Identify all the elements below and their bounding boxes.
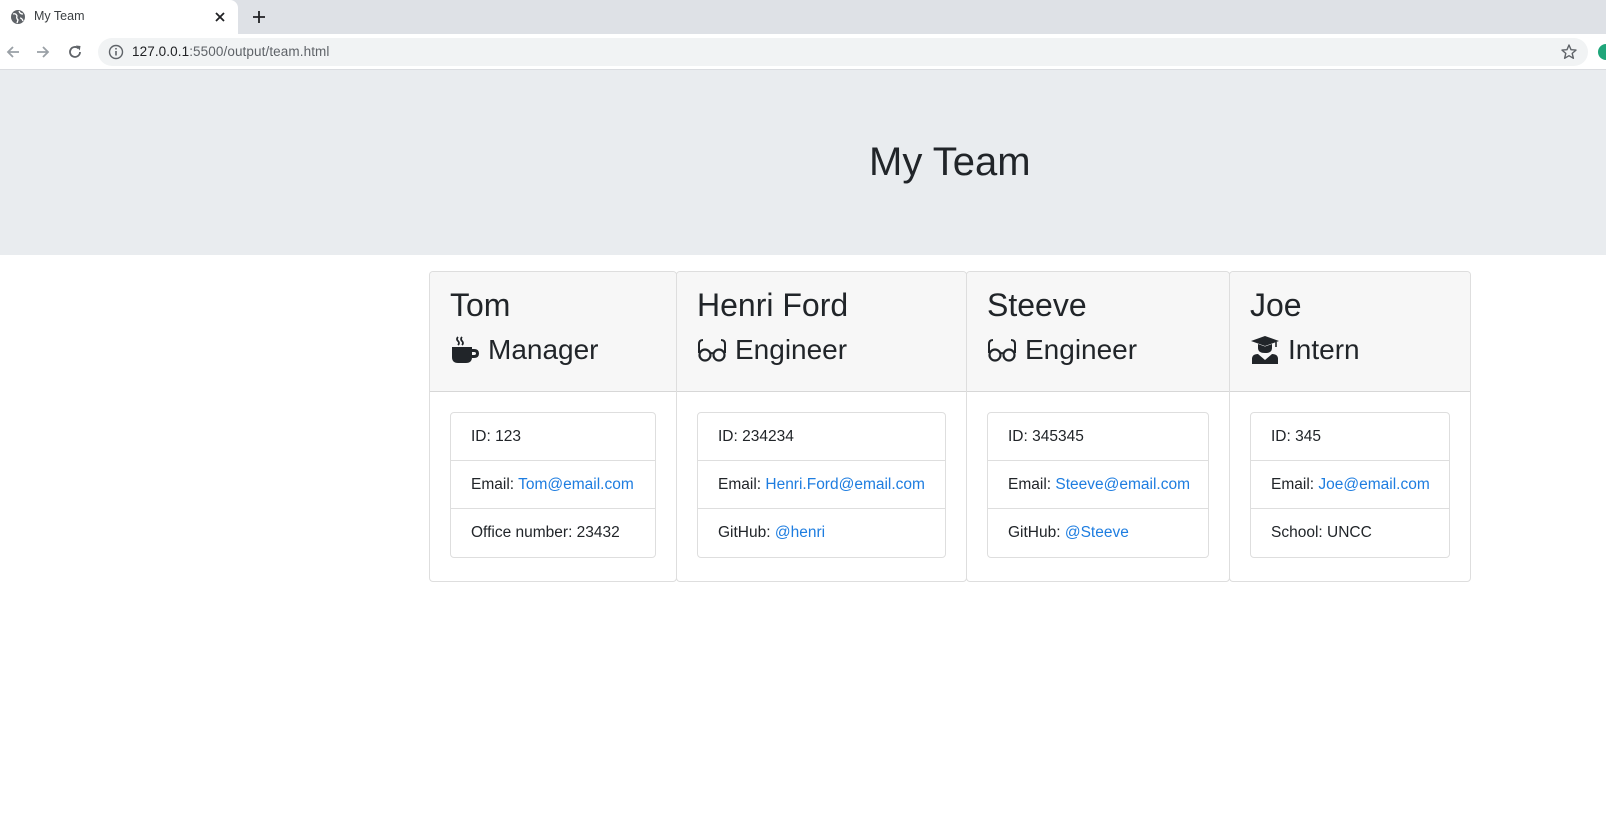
role-label: Engineer bbox=[735, 334, 848, 365]
info-list: ID: 345345 Email: Steeve@email.com GitHu… bbox=[987, 412, 1209, 558]
coffee-icon bbox=[452, 336, 479, 363]
id-item: ID: 345345 bbox=[988, 413, 1208, 461]
tab-title: My Team bbox=[34, 9, 85, 23]
email-label: Email: bbox=[718, 476, 766, 493]
employee-name: Tom bbox=[450, 287, 511, 323]
employee-name: Steeve bbox=[987, 287, 1087, 323]
email-link[interactable]: Henri.Ford@email.com bbox=[765, 476, 925, 493]
employee-role: Engineer bbox=[697, 332, 946, 368]
email-link[interactable]: Joe@email.com bbox=[1318, 476, 1429, 493]
info-list: ID: 234234 Email: Henri.Ford@email.com G… bbox=[697, 412, 946, 558]
office-number-item: Office number: 23432 bbox=[471, 524, 620, 541]
email-label: Email: bbox=[1008, 476, 1056, 493]
glasses-icon bbox=[698, 339, 726, 362]
employee-role: Manager bbox=[450, 332, 656, 368]
id-item: ID: 345 bbox=[1251, 413, 1449, 461]
close-icon[interactable] bbox=[211, 8, 229, 26]
employee-role: Engineer bbox=[987, 332, 1209, 368]
page-title: My Team bbox=[869, 140, 1031, 184]
email-label: Email: bbox=[1271, 476, 1319, 493]
card-body: ID: 123 Email: Tom@email.com Office numb… bbox=[430, 392, 676, 578]
email-item: Email: Joe@email.com bbox=[1251, 461, 1449, 509]
forward-icon[interactable] bbox=[34, 43, 52, 61]
browser-tab[interactable]: My Team bbox=[0, 0, 238, 34]
card-header: Joe Intern bbox=[1230, 272, 1470, 392]
github-label: GitHub: bbox=[718, 524, 775, 541]
email-item: Email: Steeve@email.com bbox=[988, 461, 1208, 509]
tab-strip: My Team bbox=[0, 0, 1606, 34]
star-icon[interactable] bbox=[1560, 43, 1578, 61]
email-link[interactable]: Tom@email.com bbox=[518, 476, 634, 493]
url-text[interactable]: 127.0.0.1:5500/output/team.html bbox=[132, 44, 330, 59]
employee-card: Steeve Engineer ID: 345345 Email: Steeve… bbox=[966, 271, 1230, 582]
github-link[interactable]: @henri bbox=[775, 524, 825, 541]
reload-icon[interactable] bbox=[66, 43, 84, 61]
email-link[interactable]: Steeve@email.com bbox=[1055, 476, 1190, 493]
github-item: GitHub: @henri bbox=[698, 509, 945, 557]
graduate-icon bbox=[1251, 336, 1279, 364]
info-icon[interactable] bbox=[108, 44, 124, 60]
employee-card: Henri Ford Engineer ID: 234234 Email: He… bbox=[676, 271, 967, 582]
role-label: Intern bbox=[1288, 334, 1360, 365]
page-header: My Team bbox=[0, 70, 1606, 255]
url-host: 127.0.0.1 bbox=[132, 44, 190, 59]
globe-icon bbox=[11, 10, 25, 24]
employee-name: Henri Ford bbox=[697, 287, 849, 323]
employee-name: Joe bbox=[1250, 287, 1302, 323]
email-item: Email: Henri.Ford@email.com bbox=[698, 461, 945, 509]
card-header: Henri Ford Engineer bbox=[677, 272, 966, 392]
role-label: Manager bbox=[488, 334, 599, 365]
employee-card: Joe Intern ID: 345 Email: Joe@email.com … bbox=[1229, 271, 1471, 582]
card-header: Tom Manager bbox=[430, 272, 676, 392]
school-item: School: UNCC bbox=[1271, 524, 1372, 541]
role-label: Engineer bbox=[1025, 334, 1138, 365]
card-header: Steeve Engineer bbox=[967, 272, 1229, 392]
glasses-icon bbox=[988, 339, 1016, 362]
employee-role: Intern bbox=[1250, 332, 1450, 368]
url-path: :5500/output/team.html bbox=[189, 44, 330, 59]
info-list: ID: 345 Email: Joe@email.com School: UNC… bbox=[1250, 412, 1450, 558]
browser-toolbar: 127.0.0.1:5500/output/team.html bbox=[0, 34, 1606, 70]
email-item: Email: Tom@email.com bbox=[451, 461, 655, 509]
employee-card: Tom Manager ID: 123 Email: Tom@email.com… bbox=[429, 271, 677, 582]
back-icon[interactable] bbox=[4, 43, 22, 61]
id-item: ID: 123 bbox=[451, 413, 655, 461]
address-bar[interactable]: 127.0.0.1:5500/output/team.html bbox=[98, 38, 1588, 66]
card-body: ID: 234234 Email: Henri.Ford@email.com G… bbox=[677, 392, 966, 578]
plus-icon[interactable] bbox=[250, 8, 268, 26]
github-link[interactable]: @Steeve bbox=[1065, 524, 1129, 541]
github-label: GitHub: bbox=[1008, 524, 1065, 541]
card-body: ID: 345345 Email: Steeve@email.com GitHu… bbox=[967, 392, 1229, 578]
card-body: ID: 345 Email: Joe@email.com School: UNC… bbox=[1230, 392, 1470, 578]
info-list: ID: 123 Email: Tom@email.com Office numb… bbox=[450, 412, 656, 558]
id-item: ID: 234234 bbox=[698, 413, 945, 461]
email-label: Email: bbox=[471, 476, 519, 493]
github-item: GitHub: @Steeve bbox=[988, 509, 1208, 557]
extension-icon[interactable] bbox=[1598, 44, 1606, 60]
